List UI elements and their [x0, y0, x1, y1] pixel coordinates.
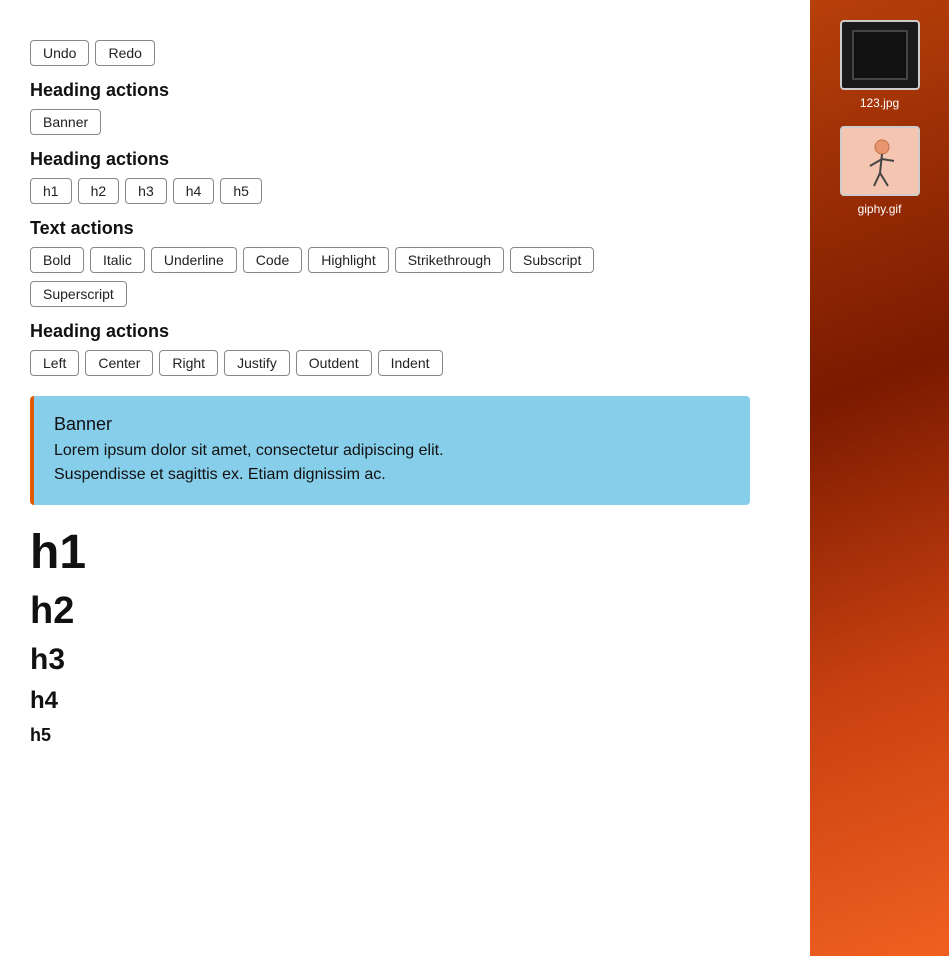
gif-thumbnail-svg	[850, 131, 910, 191]
underline-button[interactable]: Underline	[151, 247, 237, 273]
code-button[interactable]: Code	[243, 247, 302, 273]
text-actions-toolbar-row1: Bold Italic Underline Code Highlight Str…	[30, 247, 780, 273]
gif-thumbnail	[840, 126, 920, 196]
gif-file-label: giphy.gif	[858, 202, 902, 216]
highlight-button[interactable]: Highlight	[308, 247, 388, 273]
right-button[interactable]: Right	[159, 350, 218, 376]
h4-preview: h4	[30, 687, 780, 715]
h5-button[interactable]: h5	[220, 178, 262, 204]
heading-actions-1-toolbar: Banner	[30, 109, 780, 135]
text-actions-label: Text actions	[30, 218, 780, 239]
h3-button[interactable]: h3	[125, 178, 167, 204]
indent-button[interactable]: Indent	[378, 350, 443, 376]
outdent-button[interactable]: Outdent	[296, 350, 372, 376]
sidebar-file-jpg[interactable]: 123.jpg	[840, 20, 920, 110]
jpg-thumbnail-inner	[852, 30, 908, 80]
heading-actions-2-toolbar: h1 h2 h3 h4 h5	[30, 178, 780, 204]
banner-text: Lorem ipsum dolor sit amet, consectetur …	[54, 439, 730, 487]
sidebar-file-gif[interactable]: giphy.gif	[840, 126, 920, 216]
superscript-button[interactable]: Superscript	[30, 281, 127, 307]
main-panel: Undo Redo Heading actions Banner Heading…	[0, 0, 810, 956]
heading-actions-3-toolbar: Left Center Right Justify Outdent Indent	[30, 350, 780, 376]
h1-preview: h1	[30, 525, 780, 580]
jpg-file-label: 123.jpg	[860, 96, 899, 110]
left-button[interactable]: Left	[30, 350, 79, 376]
h5-preview: h5	[30, 725, 780, 746]
redo-button[interactable]: Redo	[95, 40, 154, 66]
h2-preview: h2	[30, 590, 780, 633]
italic-button[interactable]: Italic	[90, 247, 145, 273]
h3-preview: h3	[30, 643, 780, 677]
subscript-button[interactable]: Subscript	[510, 247, 594, 273]
jpg-thumbnail	[840, 20, 920, 90]
banner-title: Banner	[54, 414, 730, 435]
h4-button[interactable]: h4	[173, 178, 215, 204]
sidebar: 123.jpg giphy.gif	[810, 0, 949, 956]
bold-button[interactable]: Bold	[30, 247, 84, 273]
undo-button[interactable]: Undo	[30, 40, 89, 66]
h2-button[interactable]: h2	[78, 178, 120, 204]
banner-preview: Banner Lorem ipsum dolor sit amet, conse…	[30, 396, 750, 505]
heading-actions-2-label: Heading actions	[30, 149, 780, 170]
heading-actions-3-label: Heading actions	[30, 321, 780, 342]
h1-button[interactable]: h1	[30, 178, 72, 204]
undo-redo-toolbar: Undo Redo	[30, 40, 780, 66]
justify-button[interactable]: Justify	[224, 350, 290, 376]
heading-actions-1-label: Heading actions	[30, 80, 780, 101]
strikethrough-button[interactable]: Strikethrough	[395, 247, 504, 273]
banner-button[interactable]: Banner	[30, 109, 101, 135]
text-actions-toolbar-row2: Superscript	[30, 281, 780, 307]
center-button[interactable]: Center	[85, 350, 153, 376]
